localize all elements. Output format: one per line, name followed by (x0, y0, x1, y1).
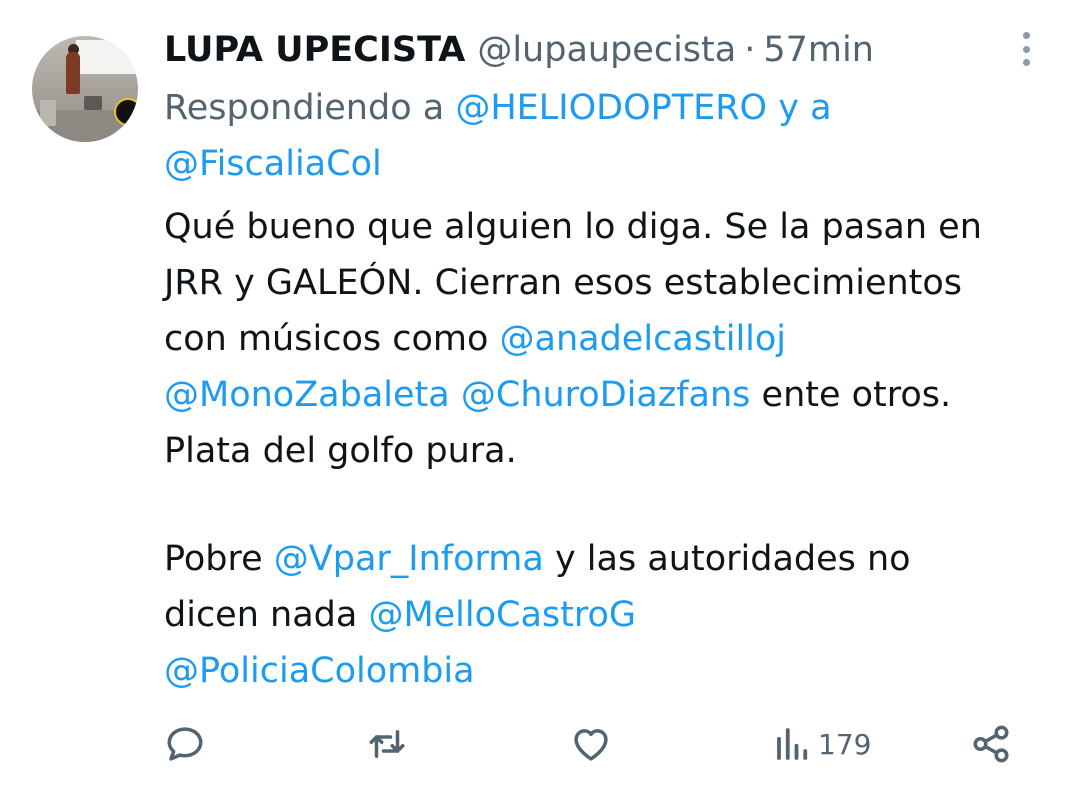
avatar-chair-shape (84, 96, 102, 110)
tweet-text-line: Pobre @Vpar_Informa y las autoridades no (164, 531, 1064, 587)
separator-dot: · (744, 30, 756, 70)
tweet-text-line: dicen nada @MelloCastroG (164, 587, 1064, 643)
retweet-button[interactable] (366, 722, 408, 766)
reply-icon (167, 727, 203, 761)
author-name[interactable]: LUPA UPECISTA (164, 30, 465, 70)
share-button[interactable] (970, 722, 1012, 766)
author-handle[interactable]: @lupaupecista (477, 30, 736, 70)
tweet-text-line: con músicos como @anadelcastilloj (164, 311, 1064, 367)
views-icon (777, 728, 808, 760)
more-dot (1022, 32, 1030, 39)
mention-link[interactable]: @PoliciaColombia (164, 651, 475, 691)
tweet[interactable]: LUPA UPECISTA @lupaupecista · 57min Resp… (0, 0, 1080, 806)
share-icon (973, 725, 1009, 763)
views-button[interactable]: 179 (772, 722, 871, 766)
tweet-text-line: @PoliciaColombia (164, 643, 1064, 699)
replying-to: Respondiendo a @HELIODOPTERO y a @Fiscal… (164, 80, 1044, 192)
avatar[interactable] (32, 36, 138, 142)
avatar-chair-shape (40, 100, 56, 126)
tweet-text-line: Qué bueno que alguien lo diga. Se la pas… (164, 199, 1064, 255)
tweet-text: Qué bueno que alguien lo diga. Se la pas… (164, 199, 1064, 699)
tweet-text-line: JRR y GALEÓN. Cierran esos establecimien… (164, 255, 1064, 311)
mention-link[interactable]: @MonoZabaleta (164, 375, 450, 415)
avatar-logo-shape (114, 98, 138, 126)
avatar-board-shape (76, 40, 138, 74)
more-dot (1022, 45, 1030, 53)
tweet-text-line: @MonoZabaleta @ChuroDiazfans ente otros. (164, 367, 1064, 423)
reply-mention-link[interactable]: @FiscaliaCol (164, 144, 382, 184)
text-segment: con músicos como (164, 319, 500, 359)
text-segment: Pobre (164, 539, 274, 579)
text-segment: y las autoridades no (543, 539, 911, 579)
action-bar: 179 (0, 714, 1080, 774)
text-segment: JRR y GALEÓN. Cierran esos establecimien… (164, 263, 963, 303)
replying-to-label: Respondiendo a (164, 88, 456, 128)
text-segment: ente otros. (750, 375, 952, 415)
mention-link[interactable]: @anadelcastilloj (500, 319, 787, 359)
tweet-header: LUPA UPECISTA @lupaupecista · 57min (164, 24, 874, 76)
text-segment: Qué bueno que alguien lo diga. Se la pas… (164, 207, 982, 247)
more-options-icon[interactable] (1016, 32, 1036, 66)
mention-link[interactable]: @Vpar_Informa (274, 539, 544, 579)
text-segment: dicen nada (164, 595, 369, 635)
tweet-text-line: Plata del golfo pura. (164, 423, 1064, 479)
mention-link[interactable]: @ChuroDiazfans (461, 375, 751, 415)
reply-button[interactable] (164, 722, 206, 766)
mention-link[interactable]: @MelloCastroG (368, 595, 636, 635)
tweet-time[interactable]: 57min (763, 30, 874, 70)
like-icon (574, 729, 608, 761)
avatar-person-shape (66, 52, 80, 94)
reply-joiner[interactable]: y a (767, 88, 831, 128)
views-count: 179 (818, 727, 872, 761)
more-dot (1022, 59, 1030, 66)
like-button[interactable] (570, 722, 612, 766)
retweet-icon (369, 730, 405, 758)
reply-mention-link[interactable]: @HELIODOPTERO (455, 88, 767, 128)
text-segment: Plata del golfo pura. (164, 431, 517, 471)
